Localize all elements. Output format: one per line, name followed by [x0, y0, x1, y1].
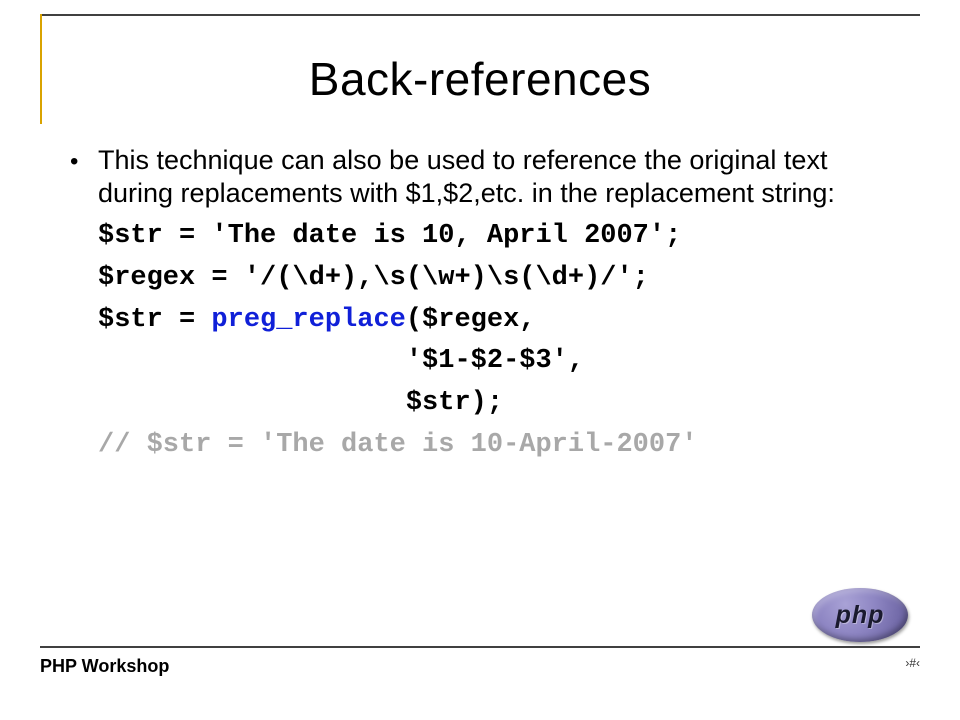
php-logo-ellipse: php [812, 588, 908, 642]
left-accent-border [40, 14, 42, 124]
slide-title: Back-references [40, 52, 920, 106]
code-l3-func: preg_replace [211, 305, 405, 335]
code-line-4: '$1-$2-$3', [98, 341, 900, 383]
code-line-2: $regex = '/(\d+),\s(\w+)\s(\d+)/'; [98, 258, 900, 300]
php-logo-text: php [836, 601, 885, 630]
code-block: $str = 'The date is 10, April 2007'; $re… [98, 216, 900, 467]
slide-footer: PHP Workshop ›#‹ [40, 646, 920, 686]
code-line-1: $str = 'The date is 10, April 2007'; [98, 216, 900, 258]
code-line-3: $str = preg_replace($regex, [98, 300, 900, 342]
footer-page-number: ›#‹ [905, 656, 920, 670]
code-l3-a: $str = [98, 305, 211, 335]
code-line-6-comment: // $str = 'The date is 10-April-2007' [98, 425, 900, 467]
footer-rule [40, 646, 920, 648]
code-line-5: $str); [98, 383, 900, 425]
code-l3-c: ($regex, [406, 305, 536, 335]
bullet-item: • This technique can also be used to ref… [70, 144, 900, 210]
bullet-marker: • [70, 144, 98, 176]
bullet-text: This technique can also be used to refer… [98, 144, 900, 210]
slide-frame: Back-references • This technique can als… [40, 14, 920, 700]
footer-workshop-label: PHP Workshop [40, 656, 169, 677]
slide-content: • This technique can also be used to ref… [70, 144, 900, 467]
top-border [40, 14, 920, 16]
php-logo: php [812, 588, 908, 642]
